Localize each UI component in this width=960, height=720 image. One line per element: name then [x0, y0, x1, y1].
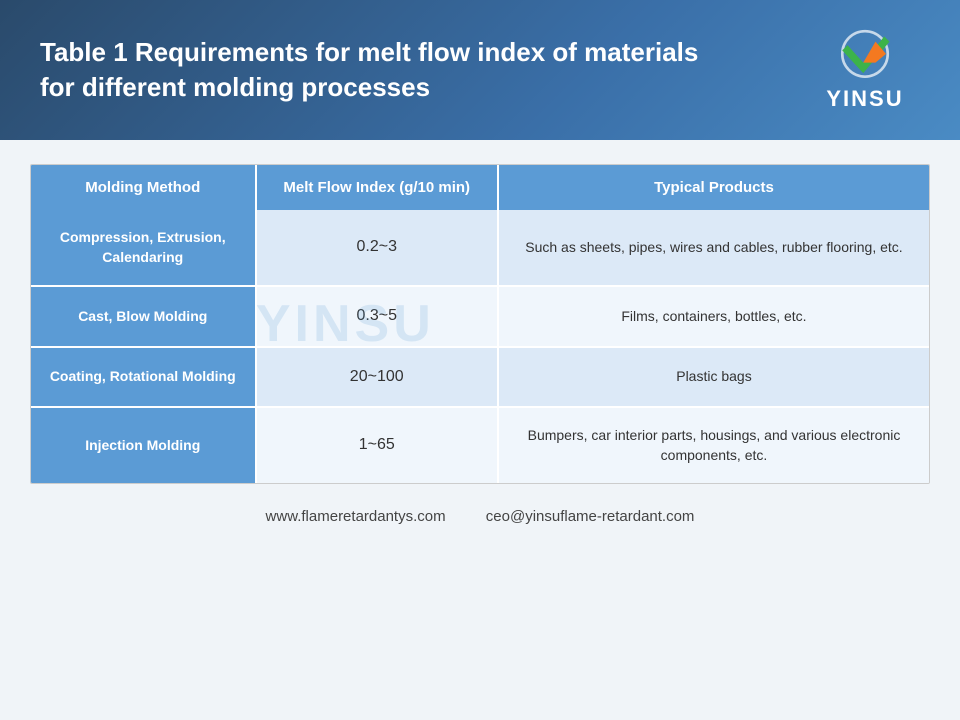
col-header-products: Typical Products — [498, 165, 929, 210]
col-header-method: Molding Method — [31, 165, 256, 210]
footer-website: www.flameretardantys.com — [266, 508, 446, 525]
cell-products: Such as sheets, pipes, wires and cables,… — [498, 210, 929, 286]
logo-text: YINSU — [826, 86, 903, 112]
cell-mfi: 20~100 — [256, 347, 498, 407]
table-row: Coating, Rotational Molding20~100Plastic… — [31, 347, 929, 407]
cell-mfi: 1~65 — [256, 407, 498, 483]
main-content: YINSU Molding Method Melt Flow Index (g/… — [0, 140, 960, 494]
table-row: Injection Molding1~65Bumpers, car interi… — [31, 407, 929, 483]
table-row: Cast, Blow Molding0.3~5Films, containers… — [31, 286, 929, 346]
page-header: Table 1 Requirements for melt flow index… — [0, 0, 960, 140]
table-wrapper: YINSU Molding Method Melt Flow Index (g/… — [30, 164, 930, 484]
cell-mfi: 0.2~3 — [256, 210, 498, 286]
cell-mfi: 0.3~5 — [256, 286, 498, 346]
cell-method: Coating, Rotational Molding — [31, 347, 256, 407]
cell-products: Plastic bags — [498, 347, 929, 407]
table-header-row: Molding Method Melt Flow Index (g/10 min… — [31, 165, 929, 210]
table-row: Compression, Extrusion, Calendaring0.2~3… — [31, 210, 929, 286]
cell-products: Films, containers, bottles, etc. — [498, 286, 929, 346]
logo-icon — [830, 29, 900, 84]
cell-method: Compression, Extrusion, Calendaring — [31, 210, 256, 286]
mfi-table: Molding Method Melt Flow Index (g/10 min… — [31, 165, 929, 483]
footer-email: ceo@yinsuflame-retardant.com — [486, 508, 695, 525]
page-title: Table 1 Requirements for melt flow index… — [40, 35, 720, 105]
logo-container: YINSU — [810, 29, 920, 112]
cell-products: Bumpers, car interior parts, housings, a… — [498, 407, 929, 483]
page-footer: www.flameretardantys.com ceo@yinsuflame-… — [0, 494, 960, 525]
col-header-mfi: Melt Flow Index (g/10 min) — [256, 165, 498, 210]
cell-method: Injection Molding — [31, 407, 256, 483]
cell-method: Cast, Blow Molding — [31, 286, 256, 346]
